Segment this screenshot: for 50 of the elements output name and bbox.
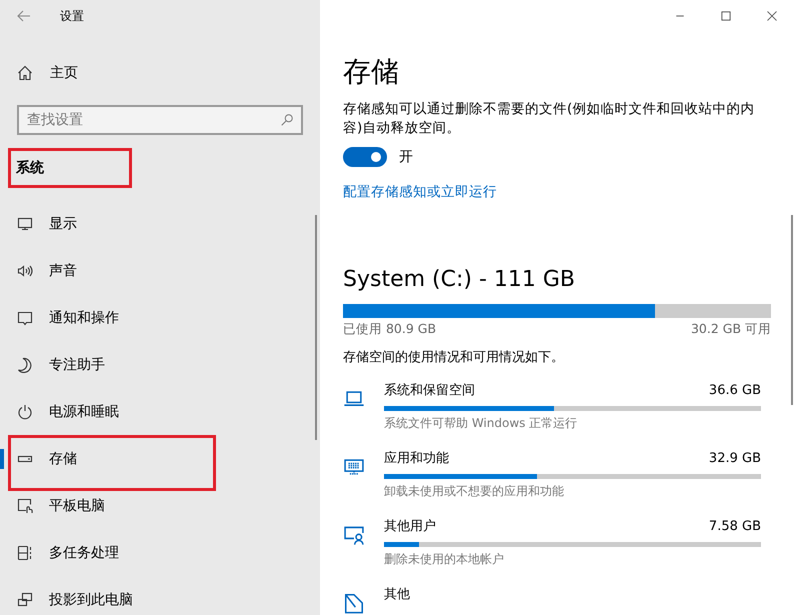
home-icon (17, 65, 33, 81)
back-button[interactable] (16, 8, 32, 24)
section-heading: 系统 (16, 159, 44, 177)
category-hint: 系统文件可帮助 Windows 正常运行 (384, 415, 578, 432)
usage-note: 存储空间的使用情况和可用情况如下。 (343, 349, 565, 366)
projector-icon (17, 592, 33, 608)
nav-item[interactable]: 专注助手 (0, 350, 320, 380)
monitor-icon (17, 216, 33, 232)
description: 存储感知可以通过删除不需要的文件(例如临时文件和回收站中的内容)自动释放空间。 (343, 100, 756, 138)
nav-item[interactable]: 平板电脑 (0, 491, 320, 521)
maximize-icon (720, 10, 732, 22)
category-name[interactable]: 其他 (384, 586, 410, 604)
toggle-switch[interactable] (343, 147, 387, 167)
nav-item[interactable]: 声音 (0, 256, 320, 286)
category-hint: 删除未使用的本地帐户 (384, 551, 505, 568)
power-icon (17, 404, 33, 420)
category-name[interactable]: 其他用户 (384, 518, 436, 536)
message-icon (17, 310, 33, 326)
free-label: 30.2 GB 可用 (690, 321, 771, 338)
category-size: 36.6 GB (708, 382, 761, 400)
nav-item[interactable]: 存储 (11, 444, 213, 474)
user-icon (343, 524, 365, 546)
moon-icon (17, 357, 33, 373)
toggle-label: 开 (399, 148, 413, 166)
document-icon (343, 592, 365, 614)
home-link[interactable]: 主页 (0, 53, 320, 93)
settings-link[interactable]: 配置存储感知或立即运行 (343, 183, 497, 201)
search-icon (280, 113, 294, 127)
category-name[interactable]: 应用和功能 (384, 450, 449, 468)
drive-title: System (C:) - 111 GB (343, 266, 576, 294)
nav-item[interactable]: 显示 (0, 209, 320, 239)
search-field[interactable]: 查找设置 (17, 105, 303, 135)
window-title: 设置 (60, 8, 84, 24)
close-icon (766, 10, 778, 22)
nav-item[interactable]: 投影到此电脑 (0, 585, 320, 615)
scrollbar[interactable] (315, 215, 317, 440)
page-title: 存储 (343, 54, 400, 90)
category-name[interactable]: 系统和保留空间 (384, 382, 475, 400)
speaker-icon (17, 263, 33, 279)
multitask-icon (17, 545, 33, 561)
nav-item[interactable]: 通知和操作 (0, 303, 320, 333)
nav-item[interactable]: 电源和睡眠 (0, 397, 320, 427)
tablet-icon (17, 498, 33, 514)
category-size: 7.58 GB (708, 518, 761, 536)
category-hint: 卸载未使用或不想要的应用和功能 (384, 483, 565, 500)
nav-item[interactable]: 多任务处理 (0, 538, 320, 568)
category-size: 32.9 GB (708, 450, 761, 468)
scrollbar[interactable] (791, 215, 793, 405)
used-label: 已使用 80.9 GB (343, 321, 436, 338)
back-arrow-icon (16, 8, 32, 24)
